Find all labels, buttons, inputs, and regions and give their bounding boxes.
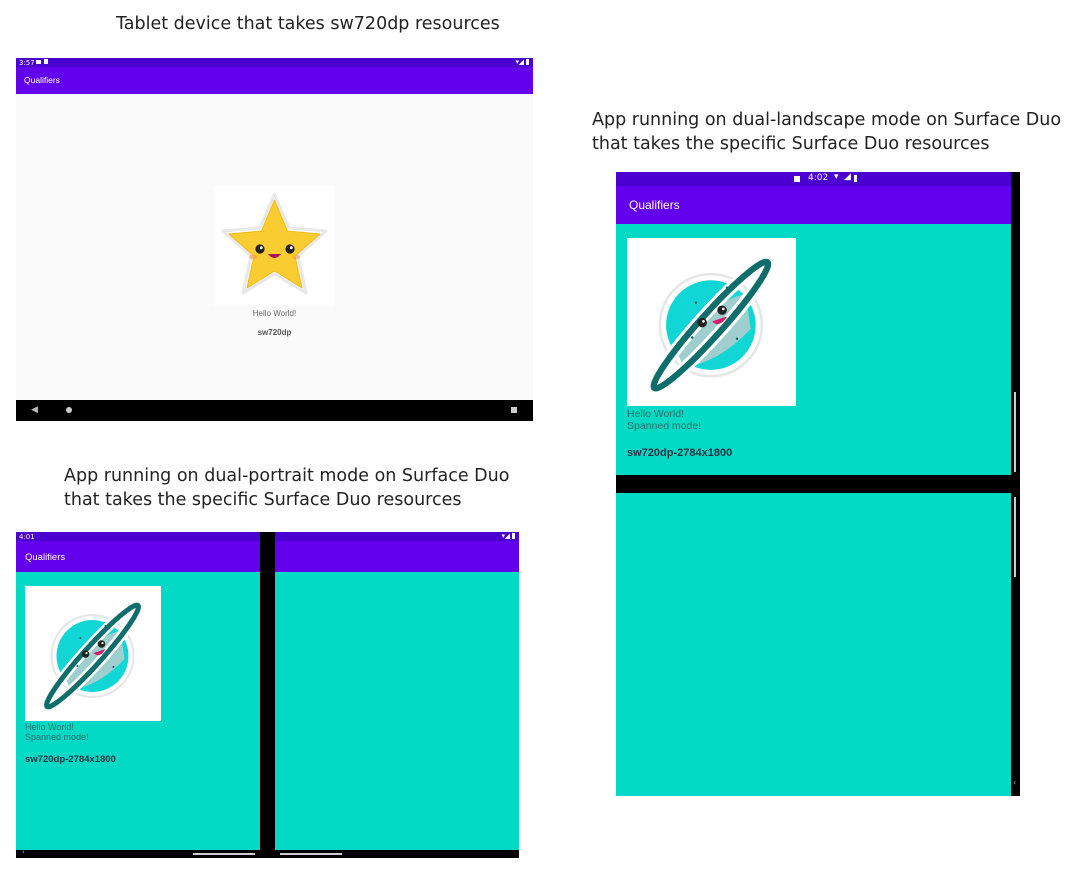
- planet-emoji-icon: [41, 600, 144, 712]
- hinge: [260, 532, 275, 858]
- navigation-bar-left: ‹: [16, 848, 260, 858]
- hello-text: Hello World!: [627, 408, 684, 420]
- signal-icon: ◢: [518, 58, 524, 66]
- gesture-handle[interactable]: [193, 853, 255, 855]
- spanned-text: Spanned mode!: [25, 732, 89, 742]
- signal-icon: ◢: [844, 172, 851, 182]
- star-emoji-icon: [221, 192, 328, 295]
- star-image: [214, 186, 335, 306]
- qualifier-text: sw720dp-2784x1800: [25, 754, 116, 765]
- navigation-bar: ◀: [16, 400, 533, 421]
- app-bar: Qualifiers: [16, 67, 533, 94]
- status-time: 4:01: [19, 533, 35, 541]
- caption-landscape: App running on dual-landscape mode on Su…: [592, 108, 1061, 156]
- caption-landscape-line1: App running on dual-landscape mode on Su…: [592, 110, 1062, 130]
- status-bar: 4:01: [16, 532, 260, 541]
- caption-landscape-line2: that takes the specific Surface Duo reso…: [592, 134, 990, 154]
- back-gesture-icon[interactable]: ‹: [1013, 778, 1016, 787]
- status-time: 3:57: [19, 59, 35, 67]
- qualifier-text: sw720dp-2784x1800: [627, 447, 733, 459]
- app-bar: Qualifiers: [16, 541, 260, 572]
- signal-icon: ◢: [504, 532, 510, 540]
- status-bar: 3:57 ▾ ◢: [16, 58, 533, 67]
- hinge: [616, 475, 1020, 493]
- scroll-indicator[interactable]: [1014, 392, 1016, 472]
- battery-icon: [526, 59, 529, 65]
- app-bar: Qualifiers: [616, 186, 1011, 224]
- wifi-icon: ▾: [834, 172, 839, 182]
- home-icon[interactable]: [66, 407, 72, 413]
- caption-portrait-line2: that takes the specific Surface Duo reso…: [64, 490, 462, 510]
- planet-image: [627, 238, 796, 406]
- hello-text: Hello World!: [25, 722, 74, 732]
- battery-icon: [854, 175, 857, 182]
- app-title: Qualifiers: [629, 198, 680, 212]
- caption-portrait-line1: App running on dual-portrait mode on Sur…: [64, 466, 510, 486]
- notification-icon: [794, 176, 800, 182]
- back-icon[interactable]: ◀: [31, 405, 38, 415]
- portrait-screen: 4:01 Qualifiers Hello World! Spanned mod…: [16, 532, 519, 858]
- recents-icon[interactable]: [511, 407, 517, 413]
- status-bar-right: ▾ ◢: [275, 532, 519, 541]
- sd-card-icon: [44, 59, 48, 64]
- tablet-screen: 3:57 ▾ ◢ Qualifiers Hello World! sw720dp…: [16, 58, 533, 421]
- caption-tablet: Tablet device that takes sw720dp resourc…: [116, 14, 500, 34]
- right-screen: [275, 532, 519, 858]
- planet-image: [25, 586, 161, 721]
- bottom-screen: [616, 493, 1011, 796]
- app-title: Qualifiers: [25, 552, 66, 563]
- qualifier-text: sw720dp: [257, 328, 292, 337]
- landscape-screen: 4:02 ▾ ◢ Qualifiers Hello World! Spanned…: [616, 172, 1020, 796]
- status-time: 4:02: [808, 173, 829, 183]
- planet-emoji-icon: [647, 255, 775, 395]
- side-bezel: [1011, 172, 1020, 796]
- scroll-indicator[interactable]: [1014, 497, 1016, 577]
- battery-icon: [512, 533, 515, 539]
- caption-portrait: App running on dual-portrait mode on Sur…: [64, 464, 509, 512]
- gesture-handle[interactable]: [280, 853, 342, 855]
- navigation-bar-right: [275, 850, 519, 858]
- back-gesture-icon[interactable]: ‹: [22, 848, 25, 856]
- hello-text: Hello World!: [252, 309, 297, 318]
- spanned-text: Spanned mode!: [627, 420, 702, 432]
- status-bar: 4:02 ▾ ◢: [616, 172, 1011, 186]
- app-title: Qualifiers: [24, 75, 60, 85]
- notification-icon: [36, 60, 41, 64]
- app-bar-right: [275, 541, 519, 572]
